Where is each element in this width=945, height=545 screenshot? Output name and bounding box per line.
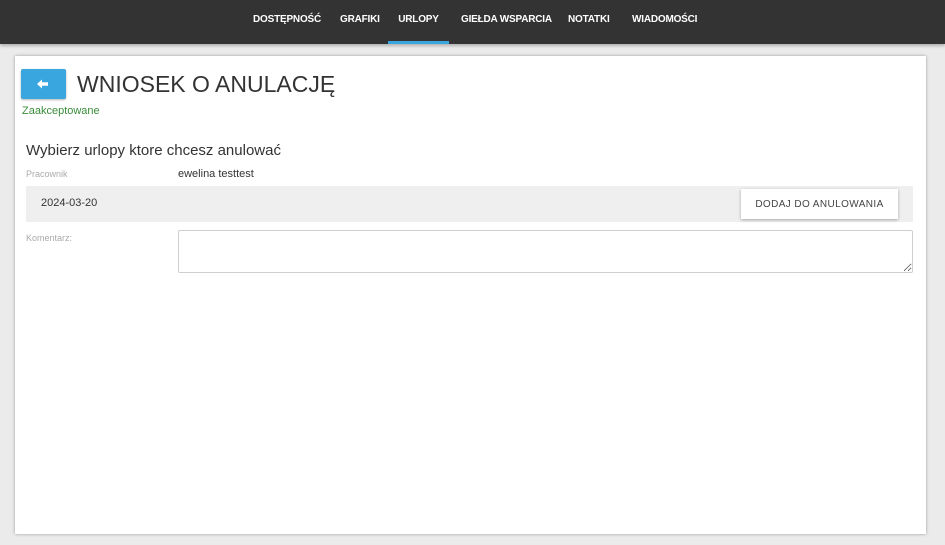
section-subtitle: Wybierz urlopy ktore chcesz anulować [26, 142, 281, 159]
leave-date: 2024-03-20 [41, 197, 98, 209]
comment-textarea[interactable] [178, 230, 913, 273]
comment-label: Komentarz: [26, 233, 73, 243]
add-to-cancellation-button[interactable]: DODAJ DO ANULOWANIA [741, 189, 898, 219]
nav-item-gielda-wsparcia[interactable]: GIEŁDA WSPARCIA [461, 0, 552, 44]
nav-item-wiadomosci[interactable]: WIADOMOŚCI [632, 0, 697, 44]
employee-value: ewelina testtest [178, 168, 254, 180]
back-button[interactable] [21, 69, 66, 99]
top-navigation: DOSTĘPNOŚĆ GRAFIKI URLOPY GIEŁDA WSPARCI… [0, 0, 945, 44]
nav-item-urlopy[interactable]: URLOPY [388, 0, 449, 44]
status-text: Zaakceptowane [22, 105, 100, 117]
page-title: WNIOSEK O ANULACJĘ [77, 71, 336, 97]
nav-item-notatki[interactable]: NOTATKI [568, 0, 610, 44]
employee-label: Pracownik [26, 169, 68, 179]
nav-item-dostepnosc[interactable]: DOSTĘPNOŚĆ [253, 0, 321, 44]
request-card: WNIOSEK O ANULACJĘ Zaakceptowane Wybierz… [15, 56, 926, 534]
leave-row: 2024-03-20 DODAJ DO ANULOWANIA [26, 186, 913, 222]
nav-item-grafiki[interactable]: GRAFIKI [340, 0, 380, 44]
arrow-left-icon [37, 79, 48, 89]
